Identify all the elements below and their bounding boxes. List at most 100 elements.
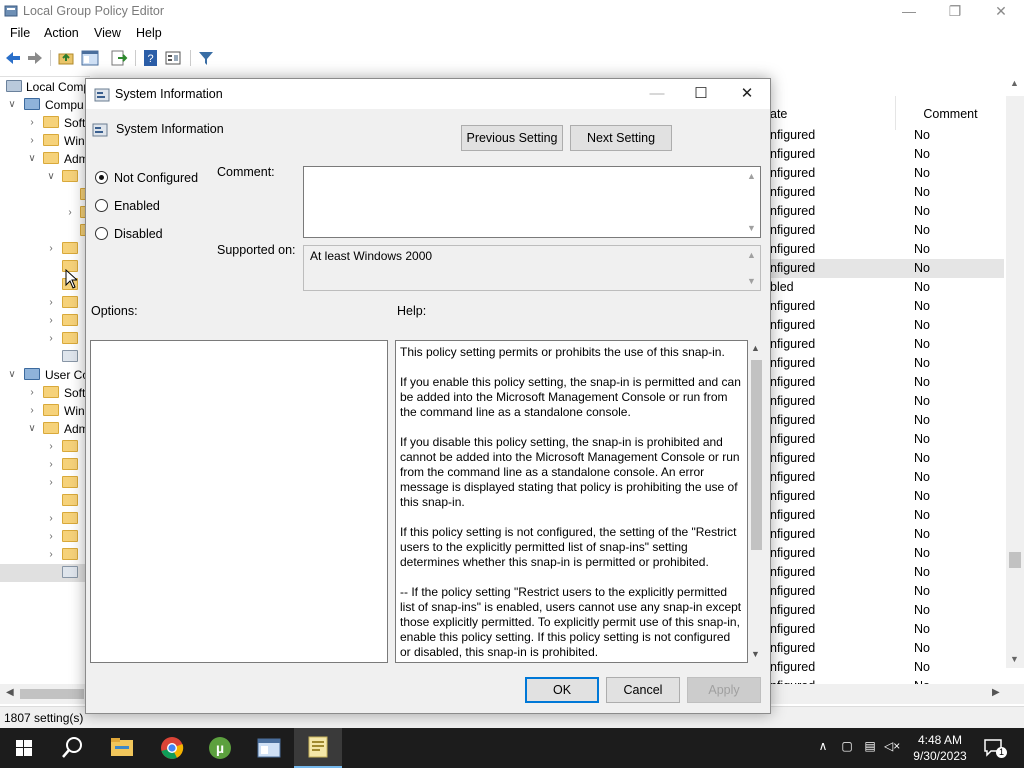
chevron-right-icon[interactable]: › [26, 402, 38, 420]
table-row[interactable]: nfiguredNo [770, 297, 1004, 316]
minimize-button[interactable]: — [886, 0, 932, 24]
table-row[interactable]: nfiguredNo [770, 392, 1004, 411]
chevron-right-icon[interactable]: › [45, 330, 57, 348]
list-vertical-scrollbar[interactable]: ▲ ▼ [1006, 78, 1024, 668]
table-row[interactable]: nfiguredNo [770, 430, 1004, 449]
ok-button[interactable]: OK [525, 677, 599, 703]
help-icon[interactable]: ? [142, 49, 160, 67]
table-row[interactable]: nfiguredNo [770, 373, 1004, 392]
table-row[interactable]: nfiguredNo [770, 411, 1004, 430]
table-row[interactable]: nfiguredNo [770, 639, 1004, 658]
dialog-minimize-button[interactable]: — [634, 79, 680, 109]
table-row[interactable]: nfiguredNo [770, 221, 1004, 240]
table-row[interactable]: nfiguredNo [770, 335, 1004, 354]
scroll-down-arrow-icon[interactable]: ▼ [751, 649, 760, 659]
chevron-down-icon[interactable]: ∨ [45, 168, 57, 186]
radio-enabled[interactable]: Enabled [95, 197, 175, 215]
chevron-right-icon[interactable]: › [45, 312, 57, 330]
table-row[interactable]: nfiguredNo [770, 582, 1004, 601]
table-row[interactable]: nfiguredNo [770, 164, 1004, 183]
table-row[interactable]: nfiguredNo [770, 202, 1004, 221]
chevron-right-icon[interactable]: › [26, 114, 38, 132]
next-setting-button[interactable]: Next Setting [570, 125, 672, 151]
chevron-right-icon[interactable]: › [45, 294, 57, 312]
chevron-right-icon[interactable]: › [45, 546, 57, 564]
apply-button[interactable]: Apply [687, 677, 761, 703]
chevron-right-icon[interactable]: › [26, 384, 38, 402]
scroll-up-arrow-icon[interactable]: ▲ [1010, 78, 1019, 88]
properties-view-icon[interactable] [164, 49, 182, 67]
comment-scrollbar[interactable]: ▲ ▼ [743, 167, 760, 237]
table-row[interactable]: nfiguredNo [770, 506, 1004, 525]
export-list-icon[interactable] [110, 49, 128, 67]
maximize-button[interactable]: ❐ [932, 0, 978, 24]
table-row[interactable]: nfiguredNo [770, 240, 1004, 259]
table-row[interactable]: bled No [770, 278, 1004, 297]
table-row[interactable]: nfiguredNo [770, 449, 1004, 468]
table-row[interactable]: nfiguredNo [770, 525, 1004, 544]
scroll-down-arrow-icon[interactable]: ▼ [1010, 654, 1019, 664]
scroll-right-arrow-icon[interactable]: ▶ [992, 687, 1000, 698]
table-row[interactable]: nfiguredNo [770, 601, 1004, 620]
chevron-right-icon[interactable]: › [26, 132, 38, 150]
table-row[interactable]: nfiguredNo [770, 183, 1004, 202]
action-center-button[interactable]: 1 [982, 736, 1007, 758]
radio-disabled[interactable]: Disabled [95, 225, 175, 243]
table-row[interactable]: nfiguredNo [770, 487, 1004, 506]
chevron-down-icon[interactable]: ∨ [6, 366, 18, 384]
table-row[interactable]: nfiguredNo [770, 677, 1004, 684]
supported-scrollbar[interactable]: ▲ ▼ [743, 246, 760, 290]
chevron-right-icon[interactable]: › [45, 240, 57, 258]
file-explorer-icon[interactable] [98, 728, 146, 768]
windows-start-icon[interactable] [0, 728, 48, 768]
close-button[interactable]: ✕ [978, 0, 1024, 24]
policy-editor-taskbar-icon[interactable] [245, 728, 293, 768]
chevron-right-icon[interactable]: › [45, 474, 57, 492]
show-hide-tree-icon[interactable] [81, 49, 99, 67]
table-row[interactable]: nfiguredNo [770, 316, 1004, 335]
chevron-right-icon[interactable]: › [45, 510, 57, 528]
scrollbar-thumb[interactable] [20, 689, 84, 699]
table-row[interactable]: nfiguredNo [770, 145, 1004, 164]
help-scrollbar[interactable]: ▲ ▼ [748, 340, 765, 663]
table-row[interactable]: nfiguredNo [770, 126, 1004, 145]
menu-help[interactable]: Help [136, 26, 162, 40]
chevron-down-icon[interactable]: ∨ [6, 96, 18, 114]
scrollbar-thumb[interactable] [1009, 552, 1021, 568]
system-clock[interactable]: 4:48 AM 9/30/2023 [898, 732, 982, 764]
scroll-up-arrow-icon[interactable]: ▲ [751, 343, 760, 353]
utorrent-icon[interactable]: µ [196, 728, 244, 768]
forward-arrow-icon[interactable] [26, 49, 44, 67]
up-folder-icon[interactable] [57, 49, 75, 67]
scroll-up-arrow-icon[interactable]: ▲ [743, 169, 760, 183]
network-status-icon[interactable]: ▢ [839, 739, 855, 755]
cancel-button[interactable]: Cancel [606, 677, 680, 703]
dialog-maximize-button[interactable]: ☐ [678, 79, 724, 109]
tree-node-selected[interactable] [0, 564, 90, 582]
radio-circle[interactable] [95, 227, 108, 240]
table-row[interactable]: nfiguredNo [770, 354, 1004, 373]
radio-circle[interactable] [95, 199, 108, 212]
chevron-right-icon[interactable]: › [45, 438, 57, 456]
chevron-down-icon[interactable]: ∨ [26, 150, 38, 168]
menu-view[interactable]: View [94, 26, 121, 40]
table-row[interactable]: nfiguredNo [770, 544, 1004, 563]
active-window-taskbar-button[interactable] [294, 728, 342, 768]
chrome-icon[interactable] [148, 728, 196, 768]
table-row[interactable]: nfiguredNo [770, 468, 1004, 487]
scroll-left-arrow-icon[interactable]: ◀ [6, 687, 14, 698]
comment-textarea[interactable]: ▲ ▼ [303, 166, 761, 238]
table-row[interactable]: nfiguredNo [770, 563, 1004, 582]
chevron-right-icon[interactable]: › [45, 528, 57, 546]
table-row[interactable]: nfiguredNo [770, 620, 1004, 639]
back-arrow-icon[interactable] [4, 49, 22, 67]
chevron-right-icon[interactable]: › [45, 456, 57, 474]
column-header-state[interactable]: ate [770, 96, 895, 130]
radio-not-configured[interactable]: Not Configured [95, 169, 210, 187]
search-icon[interactable] [48, 728, 96, 768]
radio-circle-checked[interactable] [95, 171, 108, 184]
scrollbar-thumb[interactable] [751, 360, 762, 550]
show-hidden-icons-icon[interactable]: ∧ [815, 739, 831, 755]
table-row[interactable]: nfiguredNo [770, 259, 1004, 278]
filter-icon[interactable] [197, 49, 215, 67]
